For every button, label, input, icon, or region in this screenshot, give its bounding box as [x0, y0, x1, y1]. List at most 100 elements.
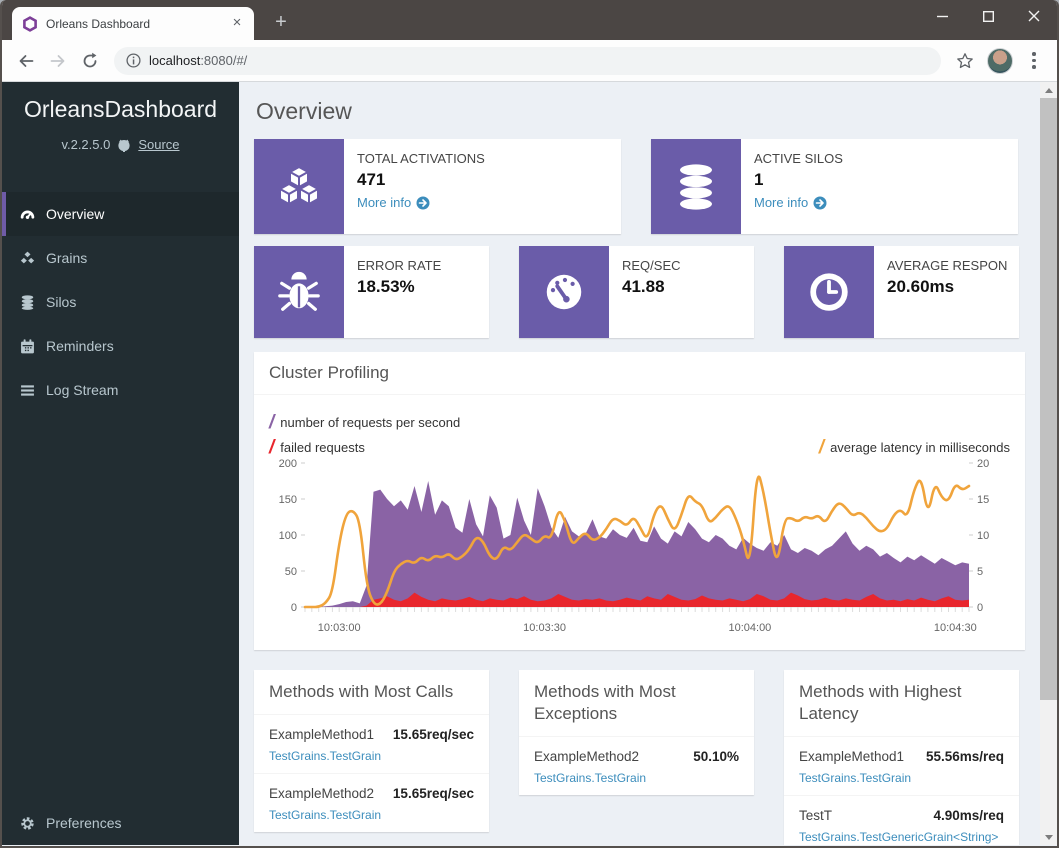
sidebar-nav: Overview Grains: [2, 192, 239, 412]
maximize-icon: [983, 11, 994, 22]
svg-text:10: 10: [977, 530, 989, 542]
close-icon: [1028, 10, 1040, 22]
tab-close-icon[interactable]: ×: [228, 15, 246, 33]
gauge-icon: [541, 269, 587, 315]
panel-title: Cluster Profiling: [254, 352, 1025, 395]
browser-window: Orleans Dashboard × +: [0, 0, 1059, 848]
source-link[interactable]: Source: [138, 137, 179, 152]
more-info-label: More info: [754, 195, 808, 210]
svg-text:100: 100: [279, 530, 297, 542]
bug-icon: [276, 269, 322, 315]
svg-text:150: 150: [279, 494, 297, 506]
stat-card-body: ERROR RATE 18.53%: [344, 246, 453, 338]
app-brand: OrleansDashboard: [2, 96, 239, 123]
close-button[interactable]: [1011, 0, 1057, 32]
svg-text:50: 50: [285, 566, 297, 578]
stat-card-error-rate: ERROR RATE 18.53%: [254, 246, 489, 338]
sidebar: OrleansDashboard v.2.2.5.0 Source: [2, 82, 239, 845]
sidebar-item-overview[interactable]: Overview: [2, 192, 239, 236]
bookmark-button[interactable]: [949, 45, 981, 77]
page-scrollbar[interactable]: [1040, 82, 1057, 845]
orleans-favicon-icon: [22, 16, 38, 32]
svg-text:0: 0: [977, 602, 983, 614]
dashboard-gauge-icon: [20, 207, 35, 222]
page-info-icon[interactable]: [126, 53, 141, 68]
gear-icon: [20, 816, 35, 831]
stat-card-body: AVERAGE RESPON... 20.60ms: [874, 246, 1019, 338]
legend-label: average latency in milliseconds: [830, 440, 1010, 455]
method-entry: TestT 4.90ms/req TestGrains.TestGenericGr…: [784, 795, 1019, 845]
minimize-button[interactable]: [919, 0, 965, 32]
reload-button[interactable]: [74, 45, 106, 77]
cluster-profiling-chart: 0501001502000510152010:03:0010:03:3010:0…: [269, 457, 1004, 635]
method-name: TestT: [799, 808, 832, 823]
cubes-icon: [20, 251, 35, 266]
svg-text:200: 200: [279, 458, 297, 470]
url-text: localhost:8080/#/: [149, 53, 247, 68]
sidebar-item-reminders[interactable]: Reminders: [2, 324, 239, 368]
method-name: ExampleMethod1: [269, 727, 374, 742]
card-title: Methods with Most Calls: [254, 670, 489, 715]
sidebar-item-log-stream[interactable]: Log Stream: [2, 368, 239, 412]
profile-avatar[interactable]: [987, 48, 1013, 74]
sidebar-item-preferences[interactable]: Preferences: [20, 815, 121, 831]
calendar-icon: [20, 339, 35, 354]
more-info-link[interactable]: More info: [754, 195, 843, 210]
stat-label: REQ/SEC: [622, 258, 681, 273]
svg-text:20: 20: [977, 458, 989, 470]
method-entry: ExampleMethod215.65req/sec TestGrains.Te…: [254, 773, 489, 832]
browser-titlebar: Orleans Dashboard × +: [2, 0, 1057, 40]
scrollbar-thumb[interactable]: [1040, 98, 1057, 700]
svg-text:15: 15: [977, 494, 989, 506]
more-info-link[interactable]: More info: [357, 195, 485, 210]
more-info-label: More info: [357, 195, 411, 210]
version-label: v.2.2.5.0: [61, 137, 110, 152]
list-lines-icon: [20, 383, 35, 398]
grain-link[interactable]: TestGrains.TestGrain: [799, 771, 1004, 785]
grain-link[interactable]: TestGrains.TestGrain: [269, 749, 474, 763]
legend-row: / failed requests / average latency in m…: [269, 440, 1010, 455]
method-value: 50.10%: [693, 749, 739, 764]
card-most-exceptions: Methods with Most Exceptions ExampleMeth…: [519, 670, 754, 795]
stat-value: 20.60ms: [887, 277, 1007, 297]
method-value: 15.65req/sec: [393, 727, 474, 742]
tab-title: Orleans Dashboard: [46, 17, 228, 31]
back-arrow-icon: [17, 52, 35, 70]
preferences-label: Preferences: [46, 815, 121, 831]
scrollbar-down-arrow[interactable]: [1040, 829, 1057, 845]
svg-text:0: 0: [291, 602, 297, 614]
browser-toolbar: localhost:8080/#/: [2, 40, 1057, 82]
method-value: 4.90ms/req: [933, 808, 1004, 823]
window-controls: [919, 0, 1057, 32]
grain-link[interactable]: TestGrains.TestGrain: [269, 808, 474, 822]
database-icon: [673, 163, 719, 211]
github-icon: [117, 138, 131, 152]
legend-label: number of requests per second: [280, 415, 460, 430]
scrollbar-up-arrow[interactable]: [1040, 82, 1057, 98]
url-path: :8080/#/: [200, 53, 247, 68]
sidebar-item-label: Log Stream: [46, 382, 118, 398]
app-root: OrleansDashboard v.2.2.5.0 Source: [2, 82, 1057, 845]
maximize-button[interactable]: [965, 0, 1011, 32]
svg-text:5: 5: [977, 566, 983, 578]
card-title: Methods with Highest Latency: [784, 670, 1019, 737]
legend-label: failed requests: [280, 440, 365, 455]
sidebar-item-silos[interactable]: Silos: [2, 280, 239, 324]
grain-link[interactable]: TestGrains.TestGrain: [534, 771, 739, 785]
method-value: 55.56ms/req: [926, 749, 1004, 764]
browser-menu-button[interactable]: [1019, 52, 1049, 69]
legend-swatch-purple: /: [269, 416, 274, 430]
card-most-calls: Methods with Most Calls ExampleMethod1 15…: [254, 670, 489, 832]
stat-card-average-response: AVERAGE RESPON... 20.60ms: [784, 246, 1019, 338]
back-button[interactable]: [10, 45, 42, 77]
new-tab-button[interactable]: +: [268, 11, 294, 34]
method-name: ExampleMethod2: [269, 786, 374, 801]
forward-button[interactable]: [42, 45, 74, 77]
sidebar-item-grains[interactable]: Grains: [2, 236, 239, 280]
grain-link[interactable]: TestGrains.TestGenericGrain<String>: [799, 830, 1004, 844]
stat-value: 41.88: [622, 277, 681, 297]
stat-row-1: TOTAL ACTIVATIONS 471 More info: [254, 139, 1025, 234]
sidebar-item-label: Reminders: [46, 338, 114, 354]
address-bar[interactable]: localhost:8080/#/: [114, 47, 941, 75]
browser-tab[interactable]: Orleans Dashboard ×: [12, 7, 254, 40]
